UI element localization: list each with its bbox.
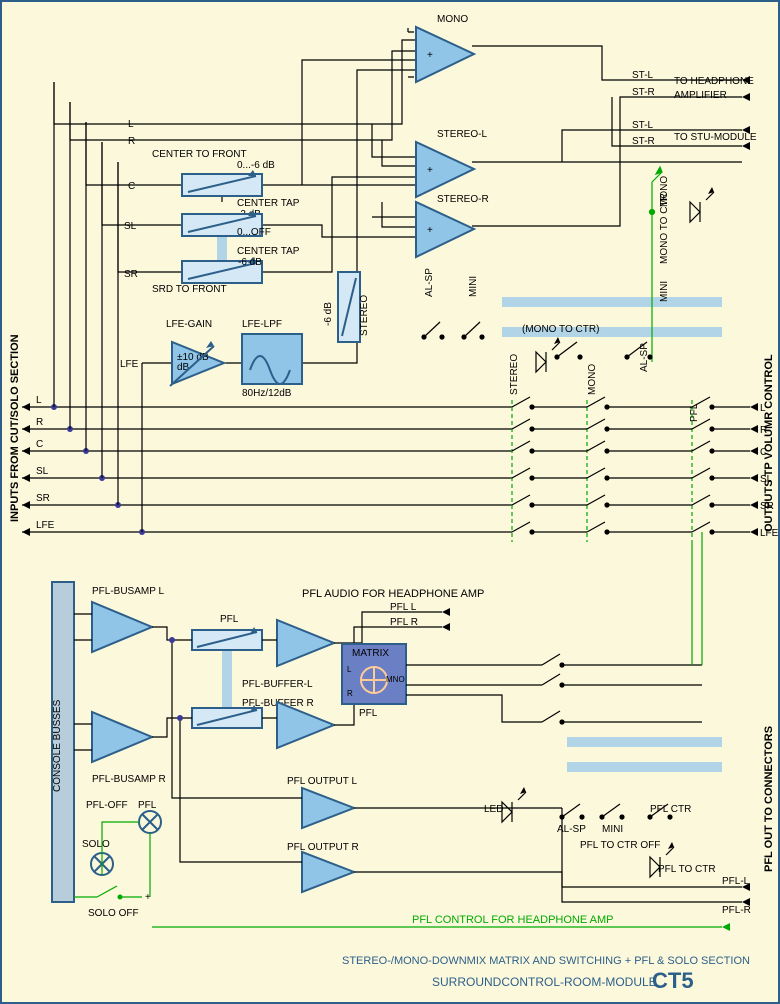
amp-mono: MONO +	[408, 14, 474, 82]
lbl-L: L	[36, 395, 42, 406]
svg-text:R: R	[347, 689, 353, 698]
matrix-box: MATRIX L R MNO PFL	[342, 644, 406, 719]
svg-text:PFL TO CTR: PFL TO CTR	[658, 864, 716, 875]
lbl-ctf: CENTER TO FRONT	[152, 149, 247, 160]
amp-lfegain: LFE-GAIN ±10 dB dB	[166, 319, 224, 386]
left-side-caption: INPUTS FROM CUT/SOLO SECTION	[9, 334, 21, 522]
svg-text:ST-R: ST-R	[632, 87, 655, 98]
lbl-consolebus: CONSOLE BUSSES	[52, 699, 63, 792]
amp-stereo-l: STEREO-L +	[416, 129, 487, 197]
lbl-stereo-lbl: STEREO	[359, 295, 370, 336]
lbl-mono: MONO	[587, 364, 598, 395]
svg-text:TO STU-MODULE: TO STU-MODULE	[674, 132, 757, 143]
lbl-mini2: MINI	[659, 281, 670, 302]
lbl-R: R	[36, 417, 43, 428]
lbl-srdf: SRD TO FRONT	[152, 284, 227, 295]
svg-text:PFL: PFL	[359, 708, 378, 719]
lbl-R-top: R	[128, 136, 135, 147]
svg-text:PFL AUDIO FOR HEADPHONE AMP: PFL AUDIO FOR HEADPHONE AMP	[302, 588, 484, 600]
svg-text:ST-R: ST-R	[632, 136, 655, 147]
lbl-SL: SL	[36, 466, 49, 477]
lbl-srdf-tap: CENTER TAP	[237, 246, 300, 257]
lbl-LFE: LFE	[36, 520, 55, 531]
right-top-outputs: ST-L ST-R ST-L ST-R TO HEADPHONE AMPLIFI…	[632, 70, 757, 147]
lbl-srdf-db: -6 dB	[238, 257, 262, 268]
right-side-caption-bot: PFL OUT TO CONNECTORS	[763, 726, 775, 872]
svg-text:SOLO OFF: SOLO OFF	[88, 908, 139, 919]
lbl-mono: MONO	[437, 14, 468, 25]
svg-text:SURROUNDCONTROL-ROOM-MODULE: SURROUNDCONTROL-ROOM-MODULE	[432, 975, 657, 989]
lbl-monotoctr: MONO TO CTR	[659, 193, 670, 264]
top-branch-inputs: L R C SL SR LFE	[120, 119, 139, 370]
lbl-stereo: STEREO	[509, 354, 520, 395]
pfl-right-switches: LED AL-SP MINI PFL CTR PFL TO CTR OFF PF…	[484, 787, 716, 877]
svg-text:+: +	[427, 50, 433, 61]
lbl-C-top: C	[128, 181, 135, 192]
svg-text:TO HEADPHONE: TO HEADPHONE	[674, 76, 754, 87]
svg-text:+: +	[427, 165, 433, 176]
svg-text:MNO: MNO	[386, 675, 405, 684]
lbl-SL-top: SL	[124, 221, 137, 232]
lbl-alsp: AL-SP	[424, 268, 435, 297]
box-lfelpf: LFE-LPF 80Hz/12dB	[242, 319, 302, 399]
svg-text:CT5: CT5	[652, 968, 694, 993]
svg-text:LED: LED	[484, 804, 503, 815]
title-block: STEREO-/MONO-DOWNMIX MATRIX AND SWITCHIN…	[342, 955, 750, 993]
svg-text:PFL OUTPUT R: PFL OUTPUT R	[287, 842, 359, 853]
lbl-monoctr: (MONO TO CTR)	[522, 324, 599, 335]
lbl-SR: SR	[36, 493, 50, 504]
lbl-lfelpf: LFE-LPF	[242, 319, 282, 330]
svg-text:+: +	[427, 225, 433, 236]
svg-text:AL-SP: AL-SP	[557, 824, 586, 835]
svg-text:PFL-BUSAMP R: PFL-BUSAMP R	[92, 774, 166, 785]
lbl-LFE-top: LFE	[120, 359, 139, 370]
svg-text:PFL CONTROL FOR HEADPHONE AMP: PFL CONTROL FOR HEADPHONE AMP	[412, 914, 614, 926]
pfl-ladder	[542, 654, 702, 724]
svg-text:MINI: MINI	[602, 824, 623, 835]
svg-text:PFL CTR: PFL CTR	[650, 804, 691, 815]
svg-text:L: L	[347, 665, 352, 674]
svg-text:PFL-BUFFER-L: PFL-BUFFER-L	[242, 679, 313, 690]
right-side-caption-mid: OUTPUTS TP VOLUMR CONTROL	[763, 354, 775, 532]
svg-text:dB: dB	[177, 362, 190, 373]
main-bus: L R C SL SR LFE	[22, 82, 778, 542]
lbl-C: C	[36, 439, 43, 450]
lbl-stereoR: STEREO-R	[437, 194, 489, 205]
svg-text:MATRIX: MATRIX	[352, 648, 389, 659]
svg-text:PFL-R: PFL-R	[722, 905, 751, 916]
lbl-SR-top: SR	[124, 269, 138, 280]
pfl-section: CONSOLE BUSSES PFL-BUSAMP L PFL-BUSAMP R…	[52, 532, 751, 931]
lbl-stereo6: -6 dB	[323, 302, 334, 326]
schematic-svg: L R C SL SR LFE MONO + STEREO-L + STEREO…	[2, 2, 778, 1002]
svg-text:PFL-L: PFL-L	[722, 876, 750, 887]
lbl-ctf-tap: CENTER TAP	[237, 198, 300, 209]
lbl-lfegain: LFE-GAIN	[166, 319, 212, 330]
svg-text:PFL OUTPUT L: PFL OUTPUT L	[287, 776, 357, 787]
svg-text:PFL-OFF: PFL-OFF	[86, 800, 128, 811]
lbl-mini: MINI	[468, 276, 479, 297]
svg-text:PFL TO CTR OFF: PFL TO CTR OFF	[580, 840, 660, 851]
svg-text:PFL L: PFL L	[390, 602, 417, 613]
pfl-solo-ctrl: PFL-OFF PFL SOLO SOLO OFF +	[74, 800, 161, 919]
atten-stereo6: -6 dB STEREO	[323, 272, 370, 342]
svg-text:PFL: PFL	[138, 800, 157, 811]
lbl-lfelpf-sub: 80Hz/12dB	[242, 388, 292, 399]
svg-text:PFL-BUSAMP L: PFL-BUSAMP L	[92, 586, 164, 597]
svg-text:SOLO: SOLO	[82, 839, 110, 850]
svg-text:PFL R: PFL R	[390, 617, 418, 628]
lbl-srdf-range: 0...OFF	[237, 227, 271, 238]
svg-text:ST-L: ST-L	[632, 120, 654, 131]
svg-text:STEREO-/MONO-DOWNMIX MATRIX AN: STEREO-/MONO-DOWNMIX MATRIX AND SWITCHIN…	[342, 955, 750, 967]
lbl-stereoL: STEREO-L	[437, 129, 487, 140]
svg-text:ST-L: ST-L	[632, 70, 654, 81]
lbl-ctf-range: 0...-6 dB	[237, 160, 275, 171]
svg-text:PFL: PFL	[220, 614, 239, 625]
diagram-page: L R C SL SR LFE MONO + STEREO-L + STEREO…	[0, 0, 780, 1004]
svg-text:AMPLIFIER: AMPLIFIER	[674, 90, 727, 101]
